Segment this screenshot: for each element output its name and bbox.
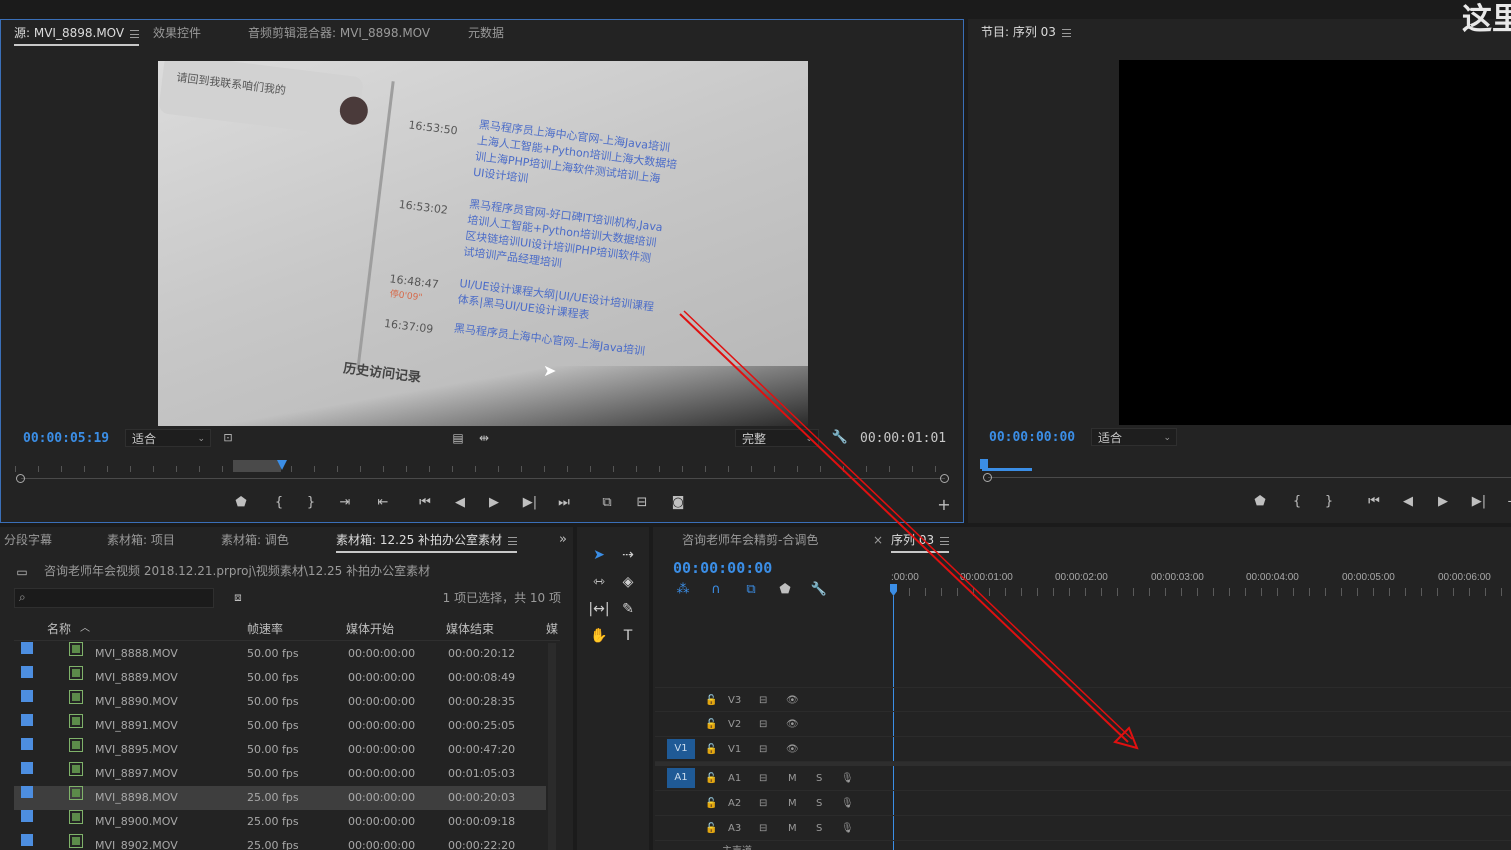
arrow-line-1: [679, 313, 1129, 743]
annotation-arrow: [679, 310, 1139, 750]
arrow-line-2: [683, 310, 1133, 740]
arrow-head: [1113, 726, 1139, 750]
